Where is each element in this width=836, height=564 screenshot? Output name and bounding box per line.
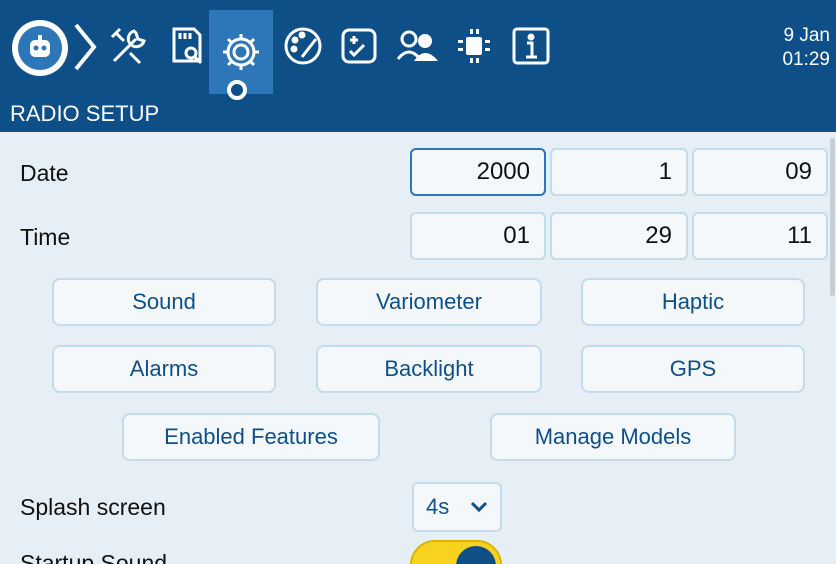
toggle-knob [456,546,496,564]
scrollbar[interactable] [830,138,835,296]
haptic-button[interactable]: Haptic [581,278,805,326]
radio-menu-button[interactable] [12,20,68,76]
time-second-field[interactable]: 11 [692,212,828,260]
alarms-button[interactable]: Alarms [52,345,276,393]
date-label: Date [20,160,69,186]
tab-checklist[interactable] [330,14,388,78]
tab-sd-manager[interactable] [158,14,216,78]
splash-screen-label: Splash screen [20,494,166,520]
hardware-icon [458,29,490,63]
variometer-button[interactable]: Variometer [316,278,542,326]
clock: 9 Jan 01:29 [782,24,830,72]
tab-about[interactable] [502,14,560,78]
gear-icon [223,34,259,70]
gps-button[interactable]: GPS [581,345,805,393]
tab-themes[interactable] [274,14,332,78]
backlight-button[interactable]: Backlight [316,345,542,393]
checklist-icon [341,28,377,64]
splash-screen-select[interactable]: 4s [412,482,502,532]
date-month-field[interactable]: 1 [550,148,688,196]
enabled-features-button[interactable]: Enabled Features [122,413,380,461]
tab-trainer[interactable] [388,14,446,78]
manage-models-button[interactable]: Manage Models [490,413,736,461]
splash-screen-value: 4s [426,494,450,519]
startup-sound-label: Startup Sound [20,550,168,564]
time-label: Time [20,224,71,250]
sd-card-icon [172,27,203,65]
clock-date: 9 Jan [783,25,830,46]
time-minute-field[interactable]: 29 [550,212,688,260]
time-hour-field[interactable]: 01 [410,212,546,260]
chevron-down-icon [470,501,488,513]
date-year-field[interactable]: 2000 [410,148,546,196]
page-title: RADIO SETUP [0,94,836,132]
trainer-icon [396,30,438,61]
theme-icon [284,27,322,65]
top-bar: 9 Jan 01:29 [0,0,836,100]
tab-tools[interactable] [100,14,158,78]
tab-hardware[interactable] [444,14,502,78]
chevron-right-icon [74,23,97,71]
tools-icon [110,27,146,65]
clock-time: 01:29 [782,49,830,70]
sound-button[interactable]: Sound [52,278,276,326]
robot-icon [30,35,50,57]
date-day-field[interactable]: 09 [692,148,828,196]
info-icon [512,27,550,65]
active-tab-indicator [227,80,247,100]
startup-sound-toggle[interactable] [410,540,502,564]
